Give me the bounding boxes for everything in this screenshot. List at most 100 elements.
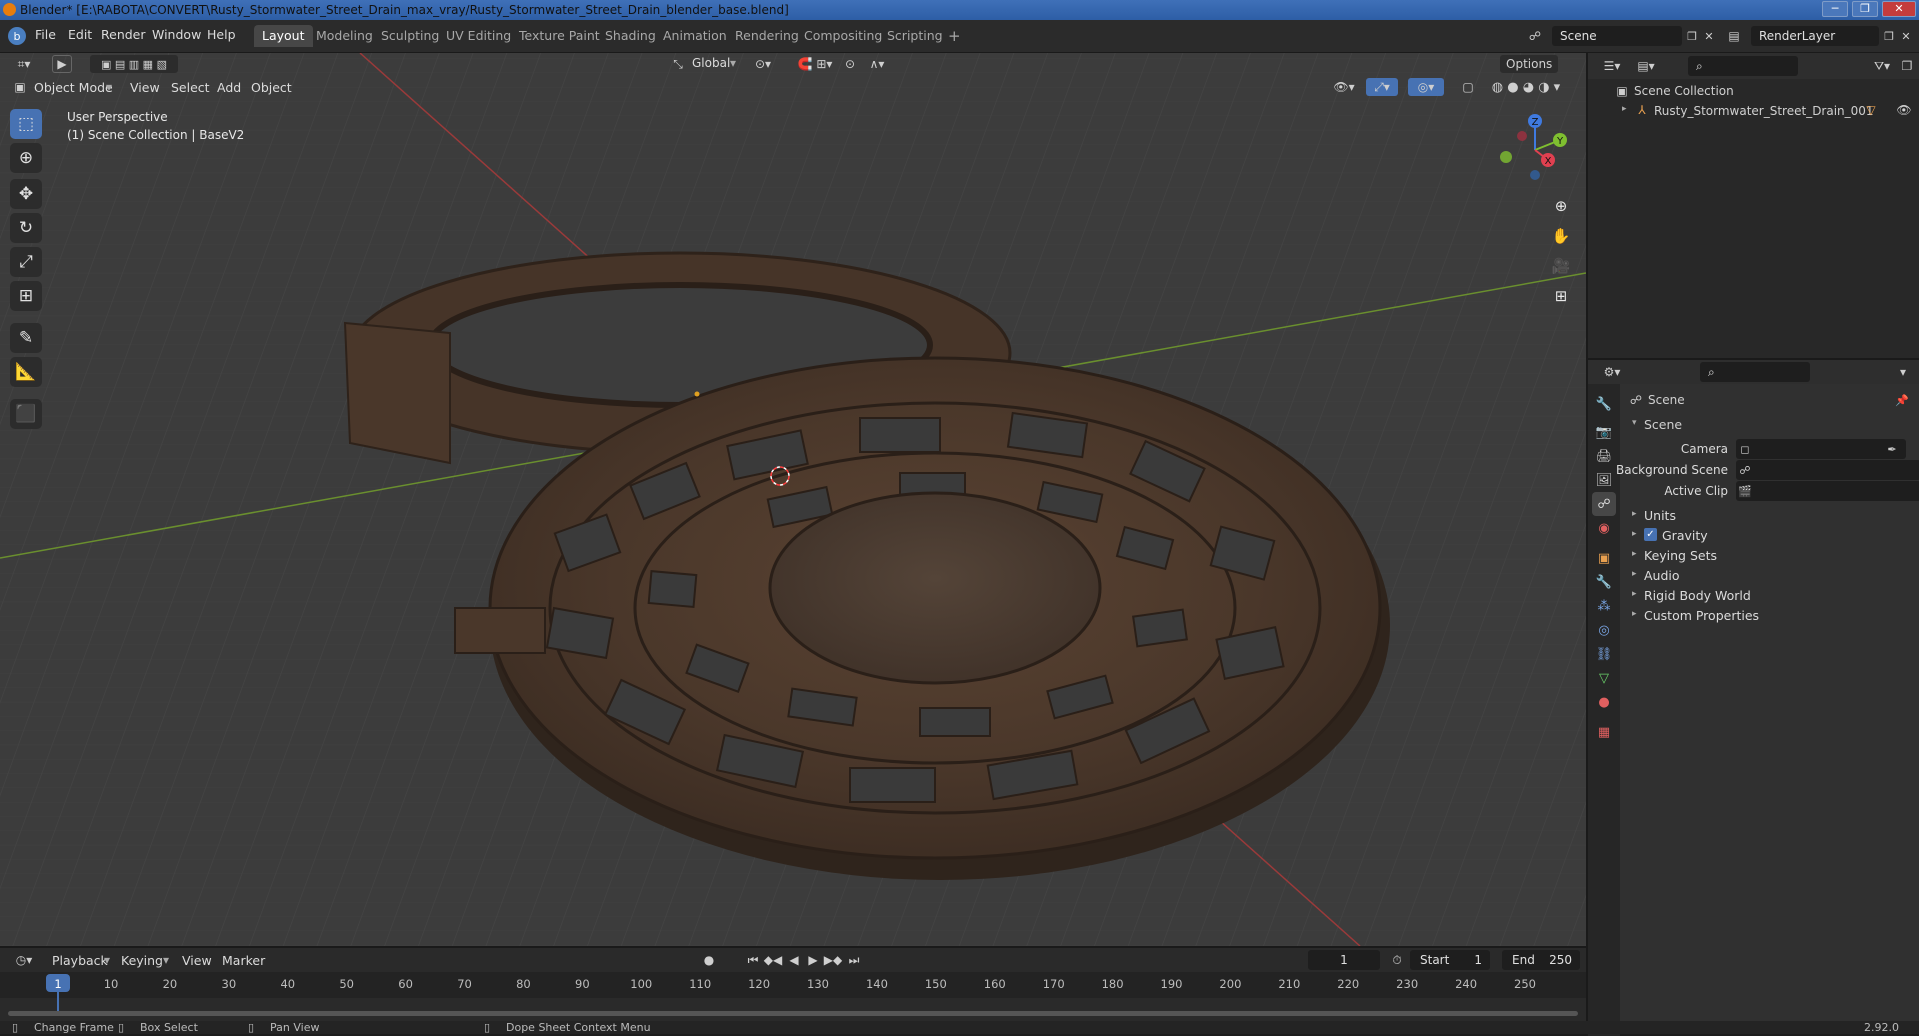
background-scene-field[interactable] (1736, 460, 1919, 480)
properties-editor-icon[interactable]: ⚙▾ (1598, 363, 1626, 381)
custom-properties-expand-icon[interactable]: ▸ (1632, 609, 1637, 619)
stopwatch-icon[interactable]: ⏱ (1388, 951, 1406, 969)
gizmo-neg-x-icon[interactable] (1517, 131, 1527, 141)
display-mode-icon[interactable]: ▤▾ (1632, 57, 1660, 75)
prev-keyframe-icon[interactable]: ◆◀ (764, 951, 782, 969)
tool-measure[interactable]: 📐 (10, 357, 42, 387)
render-tab-icon[interactable]: 📷 (1592, 420, 1616, 444)
pivot-point-icon[interactable]: ⊙▾ (748, 55, 778, 73)
end-frame-field[interactable]: End 250 (1502, 950, 1580, 970)
tab-animation[interactable]: Animation (655, 25, 735, 47)
current-frame-field[interactable]: 1 (1308, 950, 1380, 970)
falloff-icon[interactable]: ∧▾ (862, 55, 892, 73)
delete-scene-icon[interactable]: ✕ (1701, 27, 1717, 45)
menu-edit[interactable]: Edit (68, 27, 92, 42)
blender-menu-icon[interactable]: b (8, 27, 26, 45)
outliner-item[interactable]: Rusty_Stormwater_Street_Drain_001 (1654, 104, 1874, 118)
properties-search-input[interactable]: ⌕ (1700, 362, 1810, 382)
view-layer-icon[interactable]: ▤ (1724, 27, 1744, 45)
world-tab-icon[interactable]: ◉ (1592, 516, 1616, 540)
new-view-layer-icon[interactable]: ❐ (1881, 27, 1897, 45)
jump-start-icon[interactable]: ⏮ (745, 951, 761, 969)
scene-field[interactable]: Scene (1552, 26, 1682, 46)
new-scene-icon[interactable]: ❐ (1684, 27, 1700, 45)
eyedropper-icon[interactable]: ✒ (1884, 441, 1900, 457)
tool-add-cube[interactable]: ⬛ (10, 399, 42, 429)
jump-end-icon[interactable]: ⏭ (846, 951, 862, 969)
timeline-menu-view[interactable]: View (182, 953, 212, 968)
play-icon[interactable]: ▶ (805, 951, 821, 969)
rigid-body-expand-icon[interactable]: ▸ (1632, 589, 1637, 599)
ortho-grid-icon[interactable]: ⊞ (1548, 283, 1574, 309)
object-tab-icon[interactable]: ▣ (1592, 546, 1616, 570)
physics-tab-icon[interactable]: ◎ (1592, 618, 1616, 642)
section-units[interactable]: Units (1644, 508, 1676, 523)
menu-file[interactable]: File (35, 27, 56, 42)
navigation-gizmo[interactable]: Z Y X (1490, 108, 1580, 188)
outliner-search-input[interactable]: ⌕ (1688, 56, 1798, 76)
view-layer-field[interactable]: RenderLayer (1751, 26, 1879, 46)
keying-sets-expand-icon[interactable]: ▸ (1632, 549, 1637, 559)
section-keying-sets[interactable]: Keying Sets (1644, 548, 1717, 563)
camera-view-icon[interactable]: 🎥 (1548, 253, 1574, 279)
timeline-scrollbar[interactable] (8, 1011, 1578, 1016)
tool-tab-icon[interactable]: 🔧 (1592, 392, 1616, 416)
tool-transform[interactable]: ⊞ (10, 281, 42, 311)
start-frame-field[interactable]: Start 1 (1410, 950, 1490, 970)
menu-window[interactable]: Window (152, 27, 201, 42)
audio-expand-icon[interactable]: ▸ (1632, 569, 1637, 579)
outliner-editor-icon[interactable]: ☰▾ (1598, 57, 1626, 75)
pan-hand-icon[interactable]: ✋ (1548, 223, 1574, 249)
options-dropdown[interactable]: Options (1500, 55, 1559, 73)
zoom-icon[interactable]: ⊕ (1548, 193, 1574, 219)
new-collection-icon[interactable]: ❐ (1898, 57, 1916, 75)
modifier-tab-icon[interactable]: 🔧 (1592, 570, 1616, 594)
tab-modeling[interactable]: Modeling (308, 25, 381, 47)
next-keyframe-icon[interactable]: ▶◆ (824, 951, 842, 969)
menu-help[interactable]: Help (207, 27, 236, 42)
tool-cursor[interactable]: ⊕ (10, 143, 42, 173)
gizmo-neg-y-icon[interactable] (1500, 151, 1512, 163)
proportional-edit-icon[interactable]: ⊙ (840, 55, 860, 73)
tool-select-box[interactable]: ⬚ (10, 109, 42, 139)
viewport-scene[interactable] (0, 53, 1586, 946)
modifier-icon[interactable]: ▽ (1863, 102, 1879, 118)
minimize-button[interactable]: ─ (1822, 1, 1848, 17)
gravity-checkbox[interactable]: ✓ (1644, 528, 1657, 541)
gizmo-neg-z-icon[interactable] (1530, 170, 1540, 180)
tool-rotate[interactable]: ↻ (10, 213, 42, 243)
editor-type-icon[interactable]: ⌗▾ (10, 55, 38, 73)
tool-scale[interactable]: ⤢ (10, 247, 42, 277)
record-icon[interactable]: ● (700, 951, 718, 969)
filter-icon[interactable]: ⛛▾ (1868, 57, 1896, 75)
mode-dropdown[interactable]: Object Mode (34, 80, 113, 95)
timeline-menu-playback[interactable]: Playback (52, 953, 108, 968)
viewport-menu-object[interactable]: Object (251, 80, 292, 95)
orientation-dropdown[interactable]: Global (692, 56, 730, 70)
tab-rendering[interactable]: Rendering (727, 25, 807, 47)
close-button[interactable]: ✕ (1882, 1, 1916, 17)
section-gravity[interactable]: Gravity (1662, 528, 1708, 543)
tab-texture-paint[interactable]: Texture Paint (511, 25, 608, 47)
expand-arrow-icon[interactable]: ▸ (1622, 104, 1627, 114)
eye-icon[interactable]: 👁 (1896, 102, 1912, 118)
viewport-menu-add[interactable]: Add (217, 80, 241, 95)
viewport-menu-select[interactable]: Select (171, 80, 210, 95)
tool-annotate[interactable]: ✎ (10, 323, 42, 353)
timeline-editor-icon[interactable]: ◷▾ (10, 951, 38, 969)
tab-layout[interactable]: Layout (254, 25, 313, 47)
tab-sculpting[interactable]: Sculpting (373, 25, 447, 47)
visibility-icon[interactable]: 👁▾ (1330, 78, 1358, 96)
active-clip-field[interactable] (1736, 481, 1919, 501)
panel-collapse-icon[interactable]: ▾ (1632, 418, 1637, 428)
timeline-ruler[interactable]: 1 10 20 30 40 50 60 70 80 90 100 110 120 130 140 150 160… (0, 972, 1586, 1016)
properties-options-chevron-icon[interactable]: ▾ (1894, 363, 1912, 381)
constraints-tab-icon[interactable]: ⛓ (1592, 642, 1616, 666)
units-expand-icon[interactable]: ▸ (1632, 509, 1637, 519)
menu-render[interactable]: Render (101, 27, 146, 42)
section-audio[interactable]: Audio (1644, 568, 1680, 583)
play-reverse-icon[interactable]: ◀ (786, 951, 802, 969)
camera-field[interactable] (1736, 439, 1906, 459)
material-tab-icon[interactable]: ● (1592, 690, 1616, 714)
data-tab-icon[interactable]: ▽ (1592, 666, 1616, 690)
